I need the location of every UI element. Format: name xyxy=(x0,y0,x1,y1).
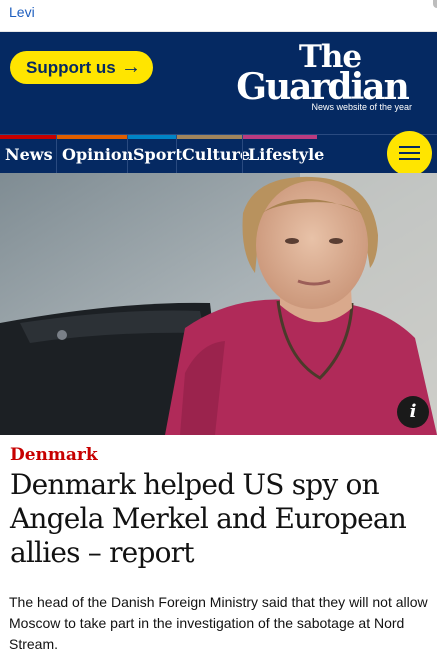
nav-label: Opinion xyxy=(62,145,134,164)
nav-label: Sport xyxy=(133,145,183,164)
menu-button[interactable] xyxy=(387,131,432,176)
logo-line-guardian: Guardian xyxy=(236,66,410,108)
guardian-logo[interactable]: The Guardian News website of the year xyxy=(232,42,412,122)
hamburger-menu-icon xyxy=(399,146,420,148)
nav-item-culture[interactable]: Culture xyxy=(176,135,250,173)
arrow-right-icon: → xyxy=(121,56,141,78)
nav-accent-bar xyxy=(0,135,56,139)
nav-item-news[interactable]: News xyxy=(0,135,56,173)
top-link[interactable]: Levi xyxy=(9,4,35,20)
browser-top-strip: Levi xyxy=(0,0,437,32)
nav-item-opinion[interactable]: Opinion xyxy=(56,135,133,173)
section-nav: News Opinion Sport Culture Lifestyle xyxy=(0,134,437,173)
nav-accent-bar xyxy=(128,135,176,139)
support-us-button[interactable]: Support us → xyxy=(10,51,153,84)
scroll-corner xyxy=(433,0,437,8)
nav-label: News xyxy=(5,145,53,164)
hero-photo-merkel xyxy=(0,173,437,435)
hamburger-menu-icon xyxy=(399,152,420,154)
nav-accent-bar xyxy=(243,135,317,139)
hamburger-menu-icon xyxy=(399,158,420,160)
article-kicker[interactable]: Denmark xyxy=(10,445,98,465)
nav-label: Culture xyxy=(182,145,251,164)
nav-label: Lifestyle xyxy=(248,145,325,164)
logo-tagline: News website of the year xyxy=(311,102,412,112)
nav-accent-bar xyxy=(177,135,242,139)
nav-accent-bar xyxy=(57,135,127,139)
nav-item-sport[interactable]: Sport xyxy=(127,135,182,173)
article-standfirst: The head of the Danish Foreign Ministry … xyxy=(9,594,428,652)
info-icon[interactable]: i xyxy=(397,396,429,428)
article-headline[interactable]: Denmark helped US spy on Angela Merkel a… xyxy=(10,468,430,570)
hero-image[interactable]: i xyxy=(0,173,437,435)
support-us-label: Support us xyxy=(26,58,116,77)
masthead: Support us → The Guardian News website o… xyxy=(0,32,437,134)
nav-item-lifestyle[interactable]: Lifestyle xyxy=(242,135,324,173)
